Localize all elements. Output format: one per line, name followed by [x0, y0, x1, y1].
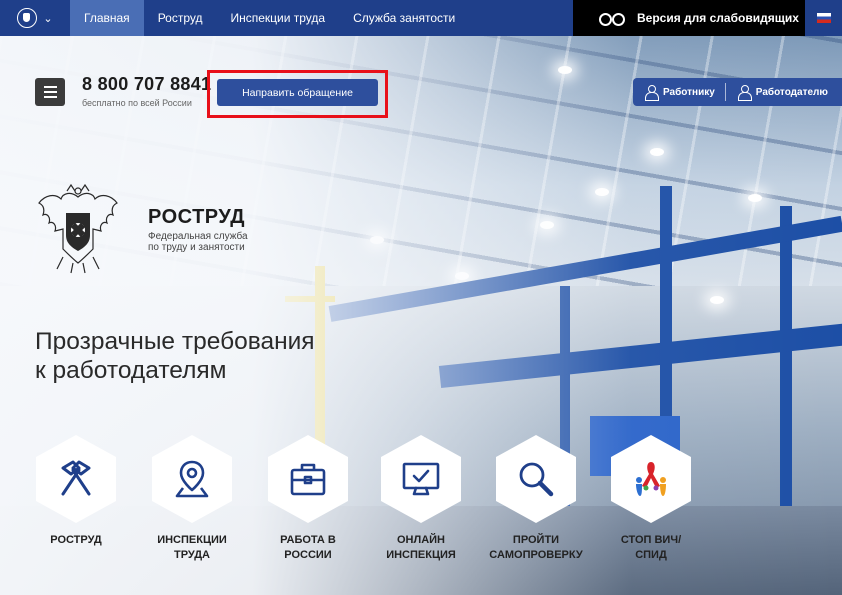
menu-bar	[43, 96, 57, 98]
tile-label-line: СТОП ВИЧ/	[620, 534, 682, 546]
tile-self-check[interactable]: ПРОЙТИ САМОПРОВЕРКУ	[481, 435, 591, 563]
tile-label: ПРОЙТИ САМОПРОВЕРКУ	[481, 533, 591, 563]
tile-label: ИНСПЕКЦИИ ТРУДА	[137, 533, 247, 563]
page-headline: Прозрачные требования к работодателям	[35, 327, 315, 385]
tile-hexagon	[381, 435, 461, 523]
logo-subtitle-line: по труду и занятости	[148, 242, 245, 253]
highlight-box	[207, 70, 388, 118]
headline-line: к работодателям	[35, 357, 227, 384]
role-employer-button[interactable]: Работодателю	[724, 83, 838, 101]
tile-online-inspection[interactable]: ОНЛАЙН ИНСПЕКЦИЯ	[366, 435, 476, 563]
tile-label: СТОП ВИЧ/ СПИД	[596, 533, 706, 563]
coat-of-arms-icon[interactable]	[33, 183, 123, 275]
hotline-note: бесплатно по всей России	[82, 98, 192, 108]
tile-label: ОНЛАЙН ИНСПЕКЦИЯ	[366, 533, 476, 563]
accessibility-version-button[interactable]: Версия для слабовидящих	[573, 0, 805, 36]
employee-icon	[645, 85, 659, 101]
language-switcher[interactable]	[805, 0, 842, 36]
tile-label-line: СПИД	[635, 549, 667, 561]
hotline-phone[interactable]: 8 800 707 8841	[82, 74, 211, 95]
hammers-icon	[61, 460, 91, 496]
tile-hexagon	[611, 435, 691, 523]
tile-label-line: ТРУДА	[174, 549, 210, 561]
tile-label-line: РОССИИ	[284, 549, 332, 561]
tile-label-line: РАБОТА В	[280, 534, 336, 546]
role-employee-label: Работнику	[663, 86, 715, 98]
tile-hexagon	[268, 435, 348, 523]
logo-subtitle-line: Федеральная служба	[148, 231, 248, 242]
tile-label-line: ПРОЙТИ	[512, 534, 560, 546]
tile-rostrud[interactable]: РОСТРУД	[21, 435, 131, 548]
tile-work-in-russia[interactable]: РАБОТА В РОССИИ	[253, 435, 363, 563]
tile-stop-hiv[interactable]: СТОП ВИЧ/ СПИД	[596, 435, 706, 563]
map-pin-icon	[175, 460, 209, 498]
tile-labor-inspections[interactable]: ИНСПЕКЦИИ ТРУДА	[137, 435, 247, 563]
emblem-menu[interactable]: ⌄	[0, 0, 70, 36]
chevron-down-icon: ⌄	[43, 12, 53, 25]
russia-flag-icon	[816, 13, 831, 23]
tile-label-line: ИНСПЕКЦИЯ	[386, 549, 456, 561]
nav-item-labor-inspections[interactable]: Инспекции труда	[216, 0, 339, 36]
tile-hexagon	[496, 435, 576, 523]
hiv-ribbon-icon	[636, 462, 666, 496]
audience-switcher: Работнику Работодателю	[633, 78, 842, 106]
tile-label-line: САМОПРОВЕРКУ	[489, 549, 583, 561]
nav-item-employment-service[interactable]: Служба занятости	[339, 0, 469, 36]
menu-bar	[43, 91, 57, 93]
tile-hexagon	[36, 435, 116, 523]
logo-subtitle: Федеральная служба по труду и занятости	[148, 231, 248, 253]
headline-line: Прозрачные требования	[35, 328, 315, 355]
tile-hexagon	[152, 435, 232, 523]
tile-label: РАБОТА В РОССИИ	[253, 533, 363, 563]
monitor-check-icon	[402, 462, 440, 496]
logo-title[interactable]: РОСТРУД	[148, 206, 245, 229]
tile-label-line: РОСТРУД	[50, 534, 102, 546]
nav-item-rostrud[interactable]: Роструд	[144, 0, 217, 36]
menu-bar	[43, 86, 57, 88]
tile-label-line: ОНЛАЙН	[396, 534, 445, 546]
employer-icon	[737, 85, 752, 101]
tile-label: РОСТРУД	[21, 533, 131, 548]
tile-label-line: ИНСПЕКЦИИ	[157, 534, 227, 546]
accessibility-version-label: Версия для слабовидящих	[637, 11, 799, 25]
magnifier-icon	[519, 462, 554, 497]
role-employee-button[interactable]: Работнику	[633, 83, 725, 101]
eagle-emblem-icon	[17, 8, 38, 28]
role-employer-label: Работодателю	[755, 86, 828, 98]
nav-item-home[interactable]: Главная	[70, 0, 144, 36]
glasses-icon	[599, 12, 625, 26]
menu-button[interactable]	[35, 78, 65, 106]
briefcase-icon	[290, 463, 326, 496]
